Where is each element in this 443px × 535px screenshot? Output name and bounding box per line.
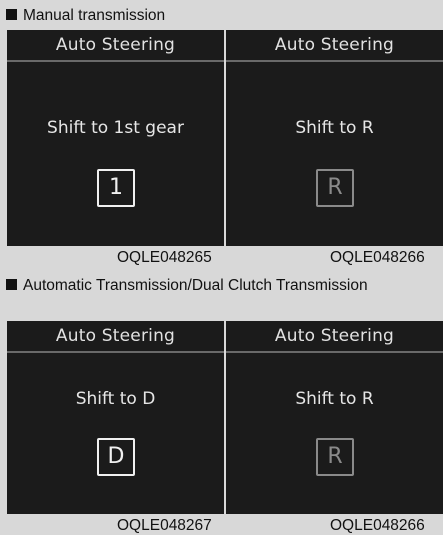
figure-code: OQLE048266 bbox=[330, 249, 425, 266]
gear-indicator-icon: D bbox=[97, 438, 135, 476]
section-heading-text: Automatic Transmission/Dual Clutch Trans… bbox=[23, 277, 368, 294]
display-panel-shift-1st: Auto Steering Shift to 1st gear 1 bbox=[7, 30, 224, 246]
display-panel-shift-d: Auto Steering Shift to D D bbox=[7, 321, 224, 514]
title-divider bbox=[7, 60, 224, 62]
panel-title: Auto Steering bbox=[55, 326, 176, 346]
figure-code: OQLE048266 bbox=[330, 517, 425, 534]
panel-message: Shift to D bbox=[75, 389, 156, 409]
title-divider bbox=[226, 351, 443, 353]
panel-message: Shift to R bbox=[295, 118, 374, 138]
gear-indicator-icon: 1 bbox=[97, 169, 135, 207]
display-panel-shift-r-automatic: Auto Steering Shift to R R bbox=[226, 321, 443, 514]
section-heading-automatic: Automatic Transmission/Dual Clutch Trans… bbox=[0, 276, 443, 295]
title-divider bbox=[7, 351, 224, 353]
display-panel-shift-r-manual: Auto Steering Shift to R R bbox=[226, 30, 443, 246]
gear-indicator-icon: R bbox=[316, 169, 354, 207]
panel-title: Auto Steering bbox=[55, 35, 176, 55]
figure-code: OQLE048265 bbox=[117, 249, 212, 266]
panel-title: Auto Steering bbox=[274, 326, 395, 346]
title-divider bbox=[226, 60, 443, 62]
bullet-square-icon bbox=[6, 279, 17, 290]
figure-code: OQLE048267 bbox=[117, 517, 212, 534]
section-heading-manual: Manual transmission bbox=[0, 6, 443, 25]
section-heading-text: Manual transmission bbox=[23, 7, 166, 24]
gear-indicator-icon: R bbox=[316, 438, 354, 476]
panel-title: Auto Steering bbox=[274, 35, 395, 55]
panel-message: Shift to 1st gear bbox=[47, 118, 184, 138]
panel-message: Shift to R bbox=[295, 389, 374, 409]
bullet-square-icon bbox=[6, 9, 17, 20]
